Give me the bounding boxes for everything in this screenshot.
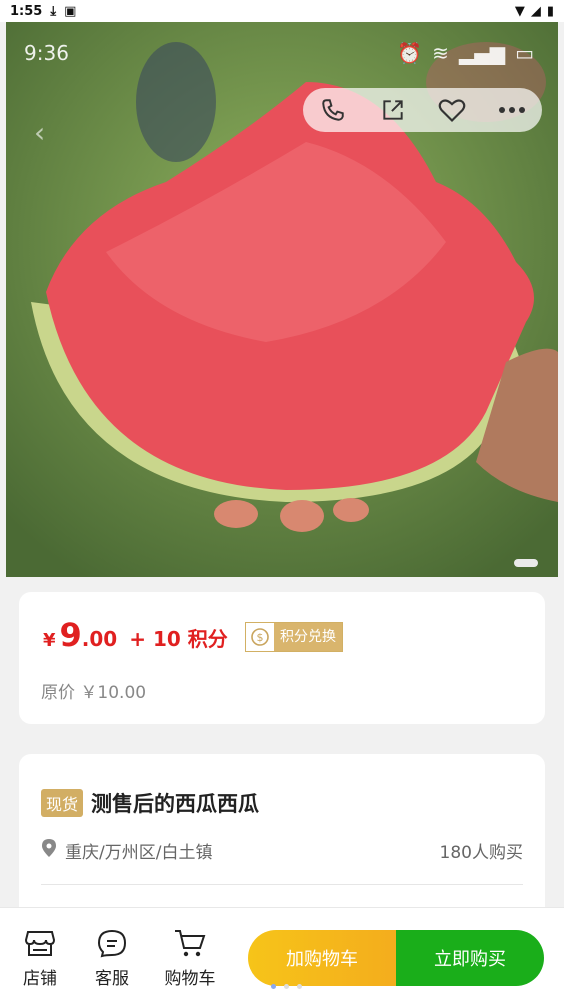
product-name: 测售后的西瓜西瓜 — [91, 792, 260, 816]
share-icon[interactable] — [378, 95, 408, 125]
cart-tab[interactable]: 购物车 — [160, 928, 220, 989]
original-price: 原价 ￥10.00 — [41, 683, 147, 703]
price: ¥ 9 .00 + 10 积分 — [43, 616, 228, 654]
favorite-heart-icon[interactable] — [437, 95, 467, 125]
bottom-action-bar: 店铺 客服 购物车 加购物车 立即购买 — [0, 907, 564, 1005]
phone-icon[interactable] — [318, 95, 348, 125]
system-status-bar: 1:55 ⤓ ▣ ▼ ◢ ▮ — [0, 0, 564, 22]
location: 重庆/万州区/白土镇 — [41, 838, 212, 863]
embedded-status-bar: 9:36 ⏰ ≋ ▂▄▆ ▭ — [24, 40, 534, 66]
signal-icon: ◢ — [530, 3, 541, 19]
stock-tag: 现货 — [41, 789, 84, 817]
product-action-bar — [303, 88, 542, 132]
signal-icon: ▂▄▆ — [458, 41, 506, 65]
customer-service-tab[interactable]: 客服 — [82, 928, 142, 989]
wifi-icon: ▼ — [514, 3, 525, 19]
page-dot — [284, 984, 289, 989]
chat-icon — [97, 929, 127, 958]
buy-now-button[interactable]: 立即购买 — [396, 930, 544, 986]
location-pin-icon — [41, 838, 57, 863]
download-icon: ⤓ — [50, 3, 57, 19]
embedded-time: 9:36 — [24, 41, 69, 65]
price-points: + 10 积分 — [129, 627, 228, 651]
page-dots — [271, 984, 302, 989]
battery-icon: ▭ — [515, 41, 534, 65]
svg-text:$: $ — [257, 631, 264, 644]
product-title: 现货 测售后的西瓜西瓜 — [41, 788, 259, 818]
currency-symbol: ¥ — [43, 630, 56, 651]
price-integer: 9 — [59, 616, 82, 654]
image-page-indicator — [514, 559, 538, 567]
alarm-icon: ⏰ — [397, 41, 423, 65]
service-label: 客服 — [95, 969, 129, 989]
status-time: 1:55 — [10, 3, 43, 19]
divider — [41, 884, 523, 885]
price-decimal: .00 — [81, 627, 118, 651]
shop-label: 店铺 — [23, 969, 57, 989]
page-dot — [271, 984, 276, 989]
battery-icon: ▮ — [546, 3, 554, 19]
back-icon[interactable]: ‹ — [34, 116, 54, 149]
shopping-cart-icon — [175, 930, 206, 957]
shop-tab[interactable]: 店铺 — [10, 928, 70, 989]
page-dot — [297, 984, 302, 989]
points-exchange-label: 积分兑换 — [274, 623, 342, 651]
shop-icon — [24, 931, 56, 956]
more-options-icon[interactable] — [497, 95, 527, 125]
price-card: ¥ 9 .00 + 10 积分 $ 积分兑换 原价 ￥10.00 — [19, 592, 545, 724]
location-text: 重庆/万州区/白土镇 — [65, 843, 213, 863]
points-exchange-badge[interactable]: $ 积分兑换 — [245, 622, 343, 652]
wifi-icon: ≋ — [432, 41, 449, 65]
add-to-cart-button[interactable]: 加购物车 — [248, 930, 396, 986]
coin-icon: $ — [246, 623, 274, 651]
cart-label: 购物车 — [164, 969, 216, 989]
notification-icon: ▣ — [64, 3, 77, 19]
sold-count: 180人购买 — [439, 843, 523, 863]
purchase-buttons: 加购物车 立即购买 — [248, 930, 544, 986]
